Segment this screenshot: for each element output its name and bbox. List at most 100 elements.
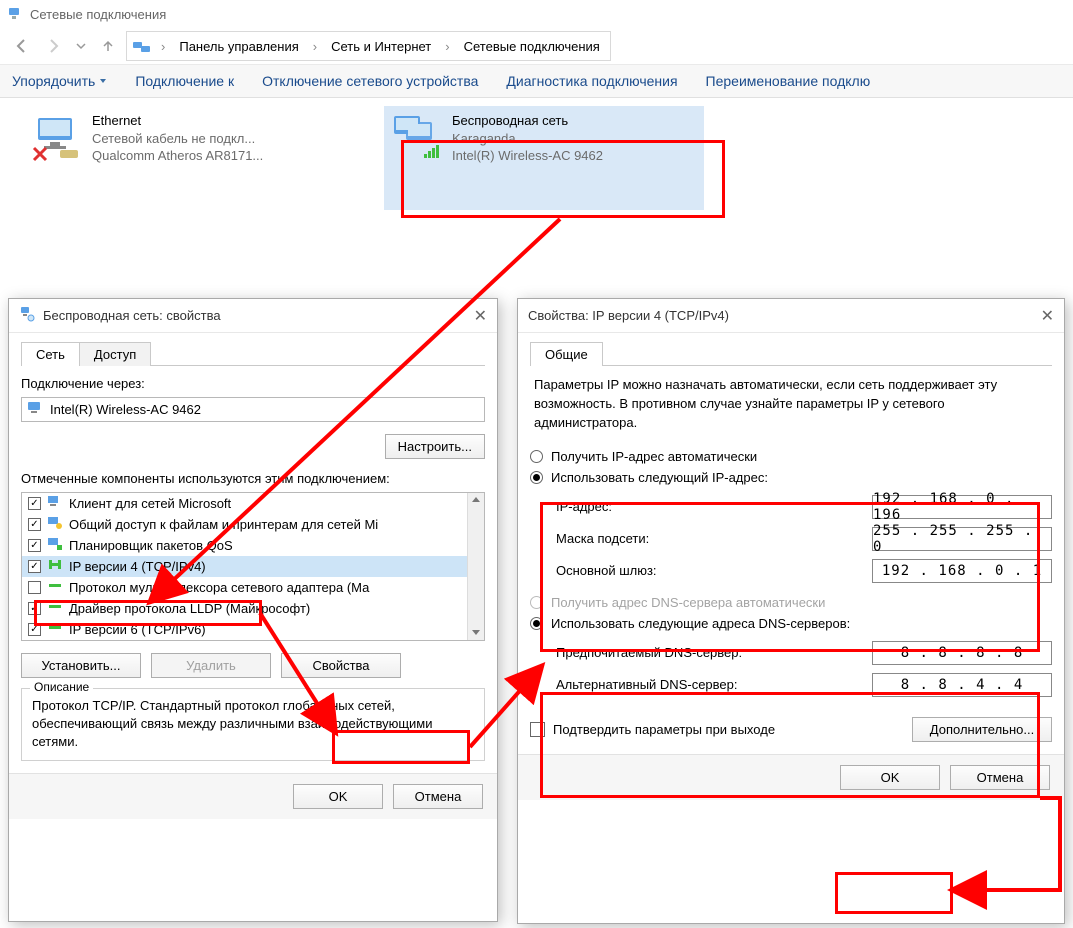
list-item: ✓ Клиент для сетей Microsoft: [22, 493, 484, 514]
radio-auto-ip[interactable]: [530, 450, 543, 463]
list-item: ✓Планировщик пакетов QoS: [22, 535, 484, 556]
dialog-title: Свойства: IP версии 4 (TCP/IPv4): [528, 308, 729, 323]
ipv4-properties-dialog: Свойства: IP версии 4 (TCP/IPv4) ✕ Общие…: [517, 298, 1065, 924]
tab-strip: Сеть Доступ: [21, 341, 485, 366]
configure-button[interactable]: Настроить...: [385, 434, 485, 459]
checkbox[interactable]: ✓: [28, 602, 41, 615]
validate-checkbox[interactable]: [530, 722, 545, 737]
dialog-titlebar: Свойства: IP версии 4 (TCP/IPv4) ✕: [518, 299, 1064, 333]
window-title: Сетевые подключения: [30, 7, 166, 22]
ok-button[interactable]: OK: [840, 765, 940, 790]
ok-button[interactable]: OK: [293, 784, 383, 809]
client-icon: [47, 495, 63, 512]
connections-list: Ethernet Сетевой кабель не подкл... Qual…: [0, 98, 1073, 218]
diagnose-action[interactable]: Диагностика подключения: [506, 73, 677, 89]
breadcrumb-item[interactable]: Панель управления: [175, 37, 302, 56]
tab-network[interactable]: Сеть: [21, 342, 80, 366]
dialog-titlebar: Беспроводная сеть: свойства ✕: [9, 299, 497, 333]
checkbox[interactable]: [28, 581, 41, 594]
connection-wireless[interactable]: Беспроводная сеть Karaganda Intel(R) Wir…: [384, 106, 704, 210]
subnet-mask-field[interactable]: 255 . 255 . 255 . 0: [872, 527, 1052, 551]
radio-auto-ip-row[interactable]: Получить IP-адрес автоматически: [530, 449, 1052, 464]
close-icon[interactable]: ✕: [1041, 306, 1054, 326]
ip-address-field[interactable]: 192 . 168 . 0 . 196: [872, 495, 1052, 519]
adapter-name: Intel(R) Wireless-AC 9462: [50, 402, 201, 417]
description-text: Протокол TCP/IP. Стандартный протокол гл…: [32, 697, 474, 752]
protocol-icon: [47, 579, 63, 596]
checkbox[interactable]: ✓: [28, 560, 41, 573]
radio-use-ip-row[interactable]: Использовать следующий IP-адрес:: [530, 470, 1052, 485]
breadcrumb-item[interactable]: Сеть и Интернет: [327, 37, 435, 56]
checkbox[interactable]: ✓: [28, 497, 41, 510]
history-dropdown[interactable]: [72, 32, 90, 60]
intro-text: Параметры IP можно назначать автоматичес…: [534, 376, 1048, 433]
radio-use-ip-label: Использовать следующий IP-адрес:: [551, 470, 768, 485]
radio-auto-dns: [530, 596, 543, 609]
breadcrumb-separator: ›: [309, 39, 321, 54]
radio-use-ip[interactable]: [530, 471, 543, 484]
tab-sharing[interactable]: Доступ: [79, 342, 151, 366]
window-titlebar: Сетевые подключения: [0, 0, 1073, 28]
radio-auto-dns-label: Получить адрес DNS-сервера автоматически: [551, 595, 825, 610]
breadcrumb-item[interactable]: Сетевые подключения: [460, 37, 604, 56]
gateway-label: Основной шлюз:: [556, 563, 862, 578]
qos-icon: [47, 537, 63, 554]
adapter-small-icon: [28, 402, 44, 417]
properties-button[interactable]: Свойства: [281, 653, 401, 678]
install-button[interactable]: Установить...: [21, 653, 141, 678]
adapter-icon: [19, 306, 35, 325]
connection-text: Ethernet Сетевой кабель не подкл... Qual…: [92, 112, 263, 204]
description-legend: Описание: [30, 680, 93, 694]
cancel-button[interactable]: Отмена: [950, 765, 1050, 790]
rename-action[interactable]: Переименование подклю: [706, 73, 871, 89]
connect-using-label: Подключение через:: [21, 376, 485, 391]
radio-use-dns-row[interactable]: Использовать следующие адреса DNS-сервер…: [530, 616, 1052, 631]
list-item-label: Клиент для сетей Microsoft: [69, 496, 231, 511]
address-bar[interactable]: › Панель управления › Сеть и Интернет › …: [126, 31, 611, 61]
list-item-label: Общий доступ к файлам и принтерам для се…: [69, 517, 378, 532]
adapter-properties-dialog: Беспроводная сеть: свойства ✕ Сеть Досту…: [8, 298, 498, 922]
dialog-title: Беспроводная сеть: свойства: [43, 308, 221, 323]
dialog-footer: OK Отмена: [9, 773, 497, 819]
mask-label: Маска подсети:: [556, 531, 862, 546]
radio-use-dns-label: Использовать следующие адреса DNS-сервер…: [551, 616, 850, 631]
components-listbox[interactable]: ✓ Клиент для сетей Microsoft ✓ Общий досту…: [21, 492, 485, 641]
connect-to-action[interactable]: Подключение к: [135, 73, 234, 89]
preferred-dns-field[interactable]: 8 . 8 . 8 . 8: [872, 641, 1052, 665]
dialog-footer: OK Отмена: [518, 754, 1064, 800]
alternate-dns-field[interactable]: 8 . 8 . 4 . 4: [872, 673, 1052, 697]
up-button[interactable]: [94, 32, 122, 60]
checkbox[interactable]: ✓: [28, 539, 41, 552]
adapter-field: Intel(R) Wireless-AC 9462: [21, 397, 485, 422]
forward-button[interactable]: [40, 32, 68, 60]
command-bar: Упорядочить Подключение к Отключение сет…: [0, 64, 1073, 98]
list-item: ✓ Общий доступ к файлам и принтерам для с…: [22, 514, 484, 535]
scrollbar[interactable]: [467, 493, 484, 640]
tab-general[interactable]: Общие: [530, 342, 603, 366]
connection-device: Intel(R) Wireless-AC 9462: [452, 147, 603, 165]
connection-ethernet[interactable]: Ethernet Сетевой кабель не подкл... Qual…: [24, 106, 344, 210]
use-dns-group: Использовать следующие адреса DNS-сервер…: [530, 616, 1052, 697]
dns2-label: Альтернативный DNS-сервер:: [556, 677, 862, 692]
back-button[interactable]: [8, 32, 36, 60]
tab-strip: Общие: [530, 341, 1052, 366]
radio-use-dns[interactable]: [530, 617, 543, 630]
checkbox[interactable]: ✓: [28, 518, 41, 531]
navigation-row: › Панель управления › Сеть и Интернет › …: [0, 28, 1073, 64]
dns1-label: Предпочитаемый DNS-сервер:: [556, 645, 862, 660]
connection-title: Ethernet: [92, 112, 263, 130]
organize-menu[interactable]: Упорядочить: [12, 73, 107, 89]
validate-checkbox-row[interactable]: Подтвердить параметры при выходе: [530, 722, 775, 737]
advanced-button[interactable]: Дополнительно...: [912, 717, 1052, 742]
share-icon: [47, 516, 63, 533]
components-label: Отмеченные компоненты используются этим …: [21, 471, 485, 486]
disable-device-action[interactable]: Отключение сетевого устройства: [262, 73, 478, 89]
network-connections-icon: [8, 6, 24, 22]
checkbox[interactable]: ✓: [28, 623, 41, 636]
list-item: ✓Драйвер протокола LLDP (Майкрософт): [22, 598, 484, 619]
close-icon[interactable]: ✕: [474, 306, 487, 326]
list-item-ipv4: ✓IP версии 4 (TCP/IPv4): [22, 556, 484, 577]
cancel-button[interactable]: Отмена: [393, 784, 483, 809]
list-item: Протокол мультиплексора сетевого адаптер…: [22, 577, 484, 598]
gateway-field[interactable]: 192 . 168 . 0 . 1: [872, 559, 1052, 583]
